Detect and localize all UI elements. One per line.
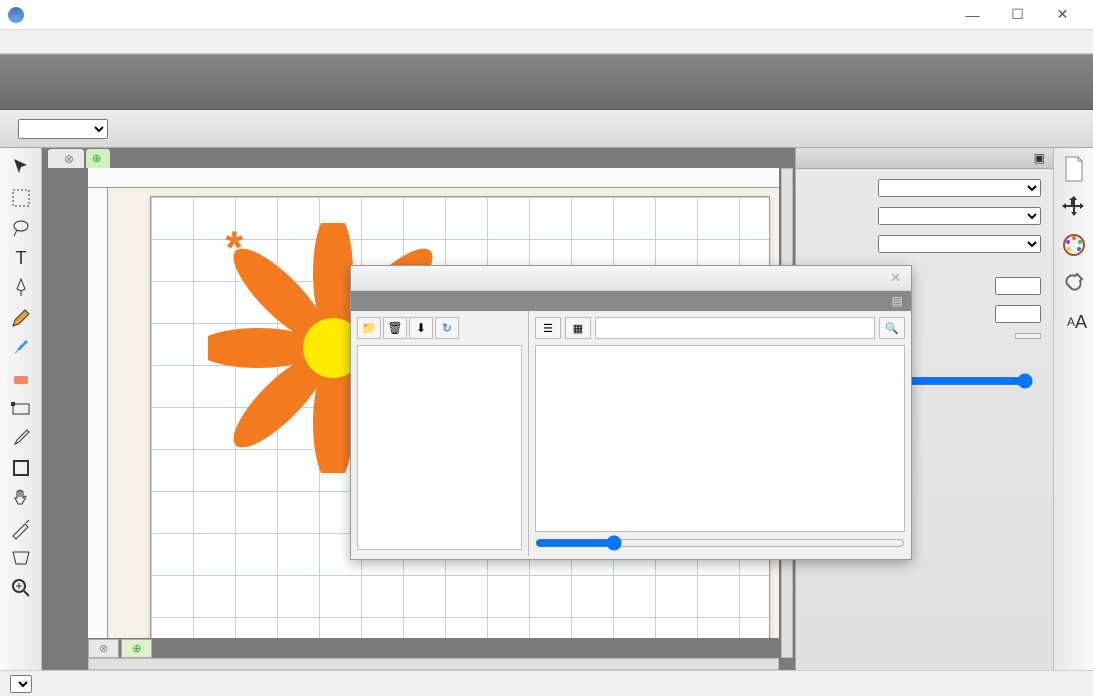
document-tabs: ⊗ ⊕ bbox=[42, 148, 795, 168]
svg-text:*: * bbox=[226, 223, 244, 273]
library-shapes-pane: ☰ ▦ 🔍 bbox=[529, 311, 911, 556]
library-title[interactable]: ✕ bbox=[351, 266, 911, 291]
document-tab[interactable]: ⊗ bbox=[48, 149, 84, 168]
library-close-icon[interactable]: ✕ bbox=[890, 270, 901, 286]
brush-tool[interactable] bbox=[7, 334, 35, 362]
right-toolbox: AA bbox=[1053, 148, 1093, 670]
titlebar: — ☐ ✕ bbox=[0, 0, 1093, 30]
download-button[interactable]: ⬇ bbox=[409, 317, 433, 339]
color-panel-icon[interactable] bbox=[1059, 230, 1089, 260]
shape-tool[interactable] bbox=[7, 454, 35, 482]
zoom-tool[interactable] bbox=[7, 574, 35, 602]
tab-close-icon[interactable]: ⊗ bbox=[64, 152, 74, 166]
add-document-tab[interactable]: ⊕ bbox=[86, 149, 110, 168]
eraser-tool[interactable] bbox=[7, 364, 35, 392]
new-folder-button[interactable]: 📁 bbox=[357, 317, 381, 339]
zoom-select[interactable] bbox=[10, 675, 32, 693]
maximize-button[interactable]: ☐ bbox=[995, 0, 1040, 30]
hand-tool[interactable] bbox=[7, 484, 35, 512]
panel-header: ▣ bbox=[796, 148, 1053, 169]
mode-select[interactable] bbox=[18, 119, 108, 139]
document-panel-icon[interactable] bbox=[1059, 154, 1089, 184]
library-search-input[interactable] bbox=[595, 317, 875, 339]
plus-icon: ⊕ bbox=[132, 643, 141, 655]
library-tabs: ▤ bbox=[351, 291, 911, 311]
search-button[interactable]: 🔍 bbox=[879, 317, 905, 339]
selection-tool[interactable] bbox=[7, 154, 35, 182]
library-menu-icon[interactable]: ▤ bbox=[884, 291, 911, 311]
folder-tree[interactable] bbox=[357, 345, 522, 550]
crop-tool[interactable] bbox=[7, 394, 35, 422]
text-tool[interactable]: T bbox=[7, 244, 35, 272]
orientation-select[interactable] bbox=[878, 207, 1041, 225]
settings-panel-icon[interactable] bbox=[1059, 268, 1089, 298]
horizontal-scrollbar[interactable] bbox=[88, 658, 779, 670]
page-close-icon[interactable]: ⊗ bbox=[99, 643, 108, 655]
distort-tool[interactable] bbox=[7, 544, 35, 572]
knife-tool[interactable] bbox=[7, 514, 35, 542]
shape-grid[interactable] bbox=[535, 345, 905, 532]
add-page-tab[interactable]: ⊕ bbox=[121, 639, 152, 658]
library-panel[interactable]: ✕ ▤ 📁 🗑 ⬇ ↻ ☰ ▦ 🔍 bbox=[350, 265, 912, 560]
marquee-tool[interactable] bbox=[7, 184, 35, 212]
page-tabs: ⊗ ⊕ bbox=[88, 638, 152, 658]
menubar bbox=[0, 30, 1093, 54]
move-panel-icon[interactable] bbox=[1059, 192, 1089, 222]
edit-button[interactable] bbox=[1015, 333, 1041, 339]
grid-view-button[interactable]: ▦ bbox=[565, 317, 591, 339]
pencil-tool[interactable] bbox=[7, 304, 35, 332]
minimize-button[interactable]: — bbox=[950, 0, 995, 30]
svg-text:T: T bbox=[15, 248, 26, 268]
height-input[interactable] bbox=[995, 305, 1041, 323]
list-view-button[interactable]: ☰ bbox=[535, 317, 561, 339]
delete-button[interactable]: 🗑 bbox=[383, 317, 407, 339]
panel-menu-icon[interactable]: ▣ bbox=[1034, 151, 1045, 165]
option-bar bbox=[0, 110, 1093, 148]
app-icon bbox=[8, 7, 24, 23]
page-tab[interactable]: ⊗ bbox=[88, 639, 119, 658]
left-toolbox: T bbox=[0, 148, 42, 670]
eyedropper-tool[interactable] bbox=[7, 424, 35, 452]
horizontal-ruler bbox=[88, 168, 779, 188]
svg-text:A: A bbox=[1075, 312, 1087, 332]
svg-text:A: A bbox=[1067, 315, 1075, 329]
text-panel-icon[interactable]: AA bbox=[1059, 306, 1089, 336]
units-select[interactable] bbox=[878, 235, 1041, 253]
library-tree-pane: 📁 🗑 ⬇ ↻ bbox=[351, 311, 529, 556]
refresh-button[interactable]: ↻ bbox=[435, 317, 459, 339]
mat-size-select[interactable] bbox=[878, 179, 1041, 197]
close-button[interactable]: ✕ bbox=[1040, 0, 1085, 30]
plus-icon: ⊕ bbox=[92, 152, 101, 165]
statusbar bbox=[0, 670, 1093, 696]
width-input[interactable] bbox=[995, 277, 1041, 295]
thumbnail-size-slider[interactable] bbox=[535, 535, 905, 551]
lasso-tool[interactable] bbox=[7, 214, 35, 242]
vertical-ruler bbox=[88, 188, 108, 638]
main-toolbar bbox=[0, 54, 1093, 110]
pen-tool[interactable] bbox=[7, 274, 35, 302]
